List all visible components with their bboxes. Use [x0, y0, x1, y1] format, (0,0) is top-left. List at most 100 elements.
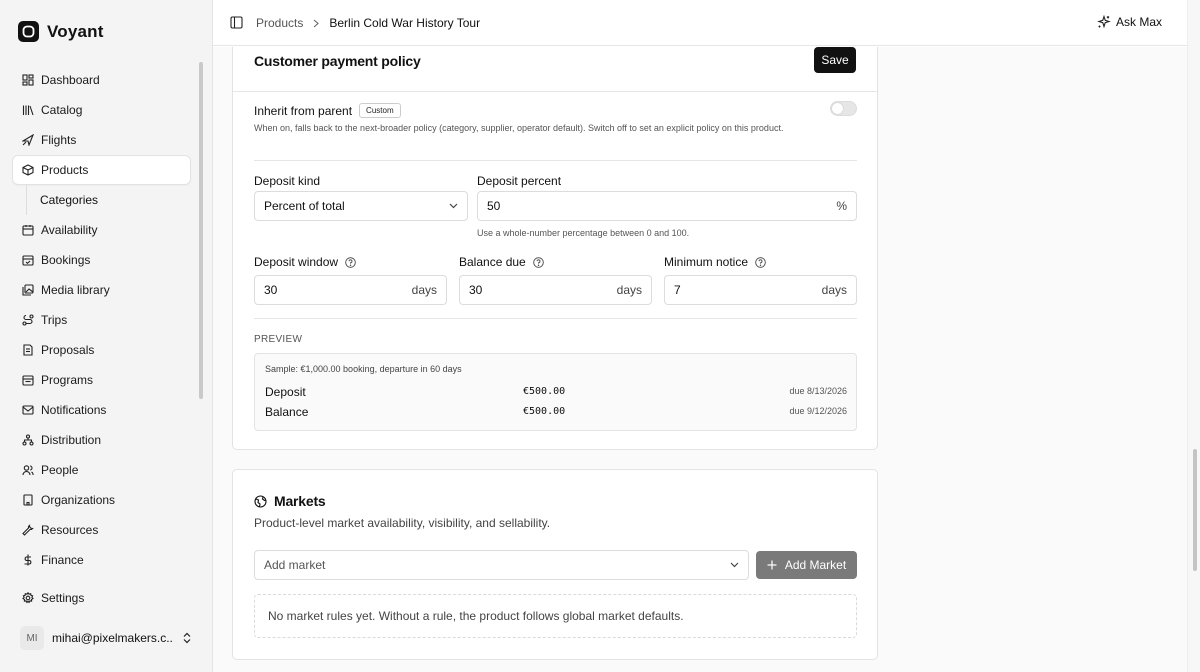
chevrons-up-down-icon [182, 632, 192, 644]
sidebar-item-label: Trips [41, 313, 68, 327]
sidebar-item-proposals[interactable]: Proposals [12, 335, 191, 365]
sidebar-item-flights[interactable]: Flights [12, 125, 191, 155]
sidebar-item-programs[interactable]: Programs [12, 365, 191, 395]
calendar-check-icon [21, 254, 34, 267]
save-button[interactable]: Save [814, 47, 856, 73]
sidebar-item-label: Categories [40, 193, 99, 207]
deposit-kind-label-text: Deposit kind [254, 174, 321, 188]
deposit-percent-field[interactable]: 50 % [477, 191, 857, 221]
deposit-window-label: Deposit window [254, 255, 356, 269]
sidebar-item-organizations[interactable]: Organizations [12, 485, 191, 515]
package-icon [21, 164, 34, 177]
markets-title-text: Markets [274, 493, 326, 509]
sidebar-item-label: People [41, 463, 79, 477]
sidebar-nav: Dashboard Catalog Flights Products Categ… [12, 65, 191, 575]
payment-policy-card: Customer payment policy Save Inherit fro… [232, 47, 878, 450]
gear-icon [21, 592, 34, 605]
sidebar-item-media-library[interactable]: Media library [12, 275, 191, 305]
help-circle-icon[interactable] [345, 256, 356, 268]
inherit-toggle[interactable] [830, 101, 857, 116]
sidebar-item-resources[interactable]: Resources [12, 515, 191, 545]
minimum-notice-value: 7 [674, 283, 681, 297]
balance-due-field[interactable]: 30 days [459, 275, 652, 305]
sidebar-item-categories[interactable]: Categories [12, 185, 191, 215]
status-badge: Custom [359, 103, 401, 118]
divider [254, 160, 857, 161]
chevron-down-icon [449, 203, 458, 209]
images-icon [21, 284, 34, 297]
days-unit: days [411, 283, 437, 297]
sidebar-item-label: Catalog [41, 103, 83, 117]
deposit-window-value: 30 [264, 283, 278, 297]
markets-title: Markets [254, 493, 326, 509]
mail-icon [21, 404, 34, 417]
payment-policy-header: Customer payment policy Save [233, 47, 877, 92]
file-icon [21, 344, 34, 357]
add-market-button[interactable]: Add Market [756, 551, 857, 579]
preview-row-due: due 8/13/2026 [789, 386, 847, 396]
sidebar-item-label: Finance [41, 553, 84, 567]
inherit-label: Inherit from parent [254, 103, 353, 118]
building-icon [21, 494, 34, 507]
deposit-window-label-text: Deposit window [254, 255, 339, 269]
plane-icon [21, 134, 34, 147]
preview-row-label: Deposit [265, 385, 306, 399]
voyant-logo-icon [18, 21, 39, 42]
sidebar-item-bookings[interactable]: Bookings [12, 245, 191, 275]
deposit-percent-label: Deposit percent [477, 174, 561, 188]
preview-sample: Sample: €1,000.00 booking, departure in … [265, 364, 462, 374]
preview-row-amount: €500.00 [523, 406, 566, 417]
breadcrumb: Products Berlin Cold War History Tour [256, 16, 480, 30]
sparkles-icon [1097, 15, 1111, 29]
sidebar-item-label: Programs [41, 373, 94, 387]
preview-box: Sample: €1,000.00 booking, departure in … [254, 353, 857, 431]
sidebar-item-notifications[interactable]: Notifications [12, 395, 191, 425]
breadcrumb-products[interactable]: Products [256, 16, 303, 30]
help-circle-icon[interactable] [755, 256, 766, 268]
deposit-percent-label-text: Deposit percent [477, 174, 562, 188]
preview-row: Balance €500.00 due 9/12/2026 [265, 405, 847, 419]
markets-empty-text: No market rules yet. Without a rule, the… [268, 609, 684, 623]
days-unit: days [821, 283, 847, 297]
deposit-window-field[interactable]: 30 days [254, 275, 447, 305]
markets-empty-state: No market rules yet. Without a rule, the… [254, 594, 857, 638]
main-content: Customer payment policy Save Inherit fro… [213, 47, 1187, 672]
plus-icon [767, 560, 777, 570]
main-scrollbar-thumb[interactable] [1193, 449, 1197, 571]
days-unit: days [616, 283, 642, 297]
sidebar-toggle-icon[interactable] [230, 16, 243, 29]
globe-icon [254, 494, 267, 508]
topbar: Products Berlin Cold War History Tour As… [213, 0, 1187, 46]
sidebar-item-distribution[interactable]: Distribution [12, 425, 191, 455]
brand-name: Voyant [47, 21, 104, 41]
sidebar-item-products[interactable]: Products [12, 155, 191, 185]
inherit-help-text: When on, falls back to the next-broader … [254, 123, 784, 133]
sidebar-item-trips[interactable]: Trips [12, 305, 191, 335]
deposit-kind-select[interactable]: Percent of total [254, 191, 468, 221]
catalog-icon [21, 104, 34, 117]
sidebar-item-people[interactable]: People [12, 455, 191, 485]
ask-max-button[interactable]: Ask Max [1097, 15, 1162, 29]
user-menu[interactable]: MI mihai@pixelmakers.c... [20, 626, 192, 650]
sidebar-item-label: Resources [41, 523, 99, 537]
minimum-notice-label-text: Minimum notice [664, 255, 749, 269]
sidebar-item-availability[interactable]: Availability [12, 215, 191, 245]
add-market-select[interactable]: Add market [254, 550, 749, 580]
sidebar-item-dashboard[interactable]: Dashboard [12, 65, 191, 95]
brand[interactable]: Voyant [18, 21, 104, 42]
minimum-notice-field[interactable]: 7 days [664, 275, 857, 305]
add-market-label: Add Market [784, 558, 847, 572]
sidebar-item-finance[interactable]: Finance [12, 545, 191, 575]
help-circle-icon[interactable] [532, 256, 544, 268]
main-scrollbar-track[interactable] [1187, 0, 1200, 672]
divider [254, 318, 857, 319]
ask-max-label: Ask Max [1115, 15, 1162, 29]
sidebar-item-catalog[interactable]: Catalog [12, 95, 191, 125]
preview-row-amount: €500.00 [523, 386, 566, 397]
markets-card: Markets Product-level market availabilit… [232, 469, 878, 660]
sidebar-scrollbar[interactable] [199, 62, 203, 399]
network-icon [21, 434, 34, 447]
sidebar-item-label: Media library [41, 283, 110, 297]
sidebar-item-label: Bookings [41, 253, 91, 267]
sidebar-item-settings[interactable]: Settings [12, 583, 191, 613]
